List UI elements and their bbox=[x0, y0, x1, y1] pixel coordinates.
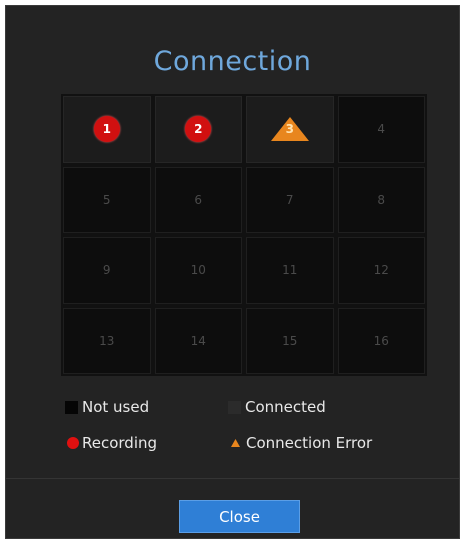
orange-triangle-icon bbox=[231, 439, 240, 447]
connected-swatch-icon bbox=[228, 400, 241, 414]
channel-number: 7 bbox=[285, 192, 294, 207]
channel-cell-2[interactable]: 2 bbox=[154, 96, 242, 163]
channel-cell-9[interactable]: 9 bbox=[63, 237, 151, 304]
channel-cell-11[interactable]: 11 bbox=[246, 237, 334, 304]
legend-connection-error: Connection Error bbox=[231, 434, 372, 452]
channel-cell-12[interactable]: 12 bbox=[337, 237, 425, 304]
legend-connected-label: Connected bbox=[245, 398, 326, 416]
channel-cell-14[interactable]: 14 bbox=[154, 307, 242, 374]
legend-not-used: Not used bbox=[65, 398, 149, 416]
channel-number: 3 bbox=[285, 122, 294, 137]
recording-icon: 2 bbox=[185, 116, 212, 143]
channel-number: 2 bbox=[194, 122, 203, 137]
channel-number: 10 bbox=[190, 263, 206, 278]
channel-number: 5 bbox=[102, 192, 111, 207]
channel-number: 12 bbox=[373, 263, 389, 278]
channel-cell-6[interactable]: 6 bbox=[154, 166, 242, 233]
channel-cell-8[interactable]: 8 bbox=[337, 166, 425, 233]
close-button[interactable]: Close bbox=[179, 500, 300, 533]
connection-error-icon: 3 bbox=[270, 116, 310, 142]
channel-grid: 1 2 3 4 5 6 7 8 9 10 11 12 13 14 15 16 bbox=[61, 94, 427, 376]
channel-number: 14 bbox=[190, 333, 206, 348]
connection-dialog: Connection 1 2 3 4 5 6 7 8 9 10 11 12 13… bbox=[5, 5, 460, 539]
channel-number: 16 bbox=[373, 333, 389, 348]
footer-divider bbox=[6, 478, 459, 479]
channel-cell-3[interactable]: 3 bbox=[246, 96, 334, 163]
channel-cell-5[interactable]: 5 bbox=[63, 166, 151, 233]
channel-number: 8 bbox=[377, 192, 386, 207]
legend-connected: Connected bbox=[228, 398, 326, 416]
legend-not-used-label: Not used bbox=[82, 398, 150, 416]
not-used-swatch-icon bbox=[65, 400, 78, 414]
channel-number: 13 bbox=[99, 333, 115, 348]
channel-number: 15 bbox=[282, 333, 298, 348]
legend-recording: Recording bbox=[67, 434, 157, 452]
channel-number: 1 bbox=[102, 122, 111, 137]
channel-cell-15[interactable]: 15 bbox=[246, 307, 334, 374]
channel-number: 6 bbox=[194, 192, 203, 207]
channel-number: 4 bbox=[377, 122, 386, 137]
channel-number: 9 bbox=[102, 263, 111, 278]
channel-cell-7[interactable]: 7 bbox=[246, 166, 334, 233]
channel-cell-13[interactable]: 13 bbox=[63, 307, 151, 374]
legend-recording-label: Recording bbox=[82, 434, 158, 452]
channel-cell-16[interactable]: 16 bbox=[337, 307, 425, 374]
channel-cell-10[interactable]: 10 bbox=[154, 237, 242, 304]
channel-cell-1[interactable]: 1 bbox=[63, 96, 151, 163]
legend-connection-error-label: Connection Error bbox=[246, 434, 373, 452]
channel-number: 11 bbox=[282, 263, 298, 278]
channel-cell-4[interactable]: 4 bbox=[337, 96, 425, 163]
red-circle-icon bbox=[67, 437, 79, 449]
dialog-title: Connection bbox=[153, 46, 312, 77]
recording-icon: 1 bbox=[93, 116, 120, 143]
